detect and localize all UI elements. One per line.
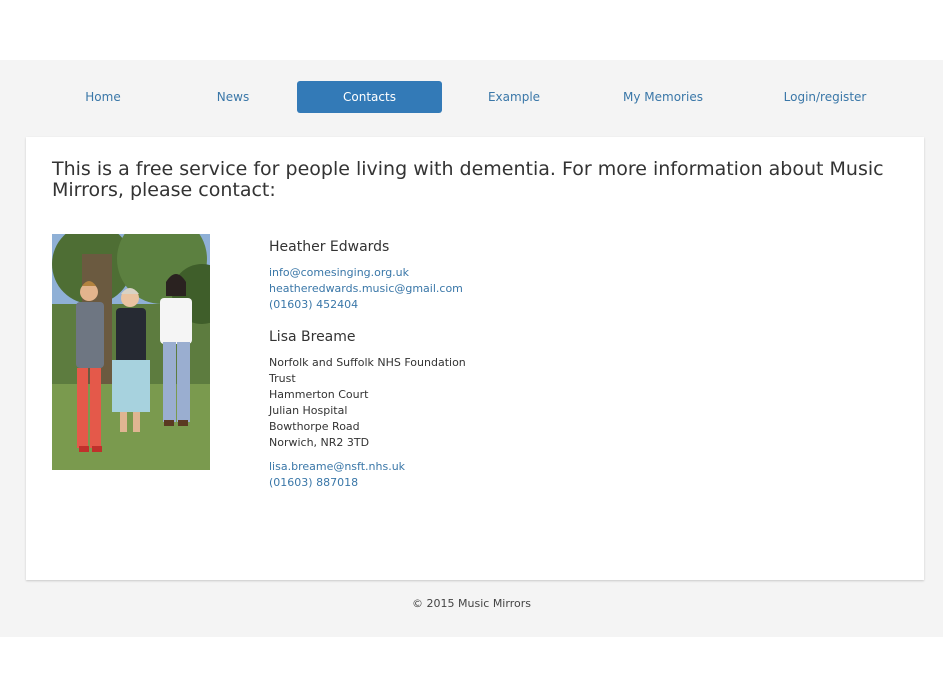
address-line: Norwich, NR2 3TD [269,436,370,449]
footer-copyright: © 2015 Music Mirrors [412,597,531,610]
intro-text: This is a free service for people living… [52,158,884,201]
nav-home[interactable]: Home [53,81,153,113]
contact-card-lisa: Lisa Breame Norfolk and Suffolk NHS Foun… [269,328,689,491]
contact-card-heather: Heather Edwards info@comesinging.org.uk … [269,238,689,313]
contact-phone[interactable]: (01603) 452404 [269,297,689,313]
contact-phone[interactable]: (01603) 887018 [269,475,689,491]
address-line: Bowthorpe Road [269,420,360,433]
nav-example[interactable]: Example [464,81,564,113]
address-line: Trust [269,372,296,385]
nav-login-register[interactable]: Login/register [765,81,885,113]
contact-email[interactable]: info@comesinging.org.uk [269,265,689,281]
contact-email[interactable]: lisa.breame@nsft.nhs.uk [269,459,689,475]
address-line: Hammerton Court [269,388,369,401]
content-card: This is a free service for people living… [26,137,924,580]
address-line: Norfolk and Suffolk NHS Foundation [269,356,466,369]
team-photo [52,234,210,470]
main-nav: Home News Contacts Example My Memories L… [0,81,943,113]
nav-news[interactable]: News [183,81,283,113]
nav-my-memories[interactable]: My Memories [603,81,723,113]
nav-contacts[interactable]: Contacts [297,81,442,113]
contacts-list: Heather Edwards info@comesinging.org.uk … [269,238,689,491]
contact-name: Lisa Breame [269,329,356,345]
contact-email[interactable]: heatheredwards.music@gmail.com [269,281,689,297]
address-line: Julian Hospital [269,404,348,417]
contact-name: Heather Edwards [269,239,390,255]
